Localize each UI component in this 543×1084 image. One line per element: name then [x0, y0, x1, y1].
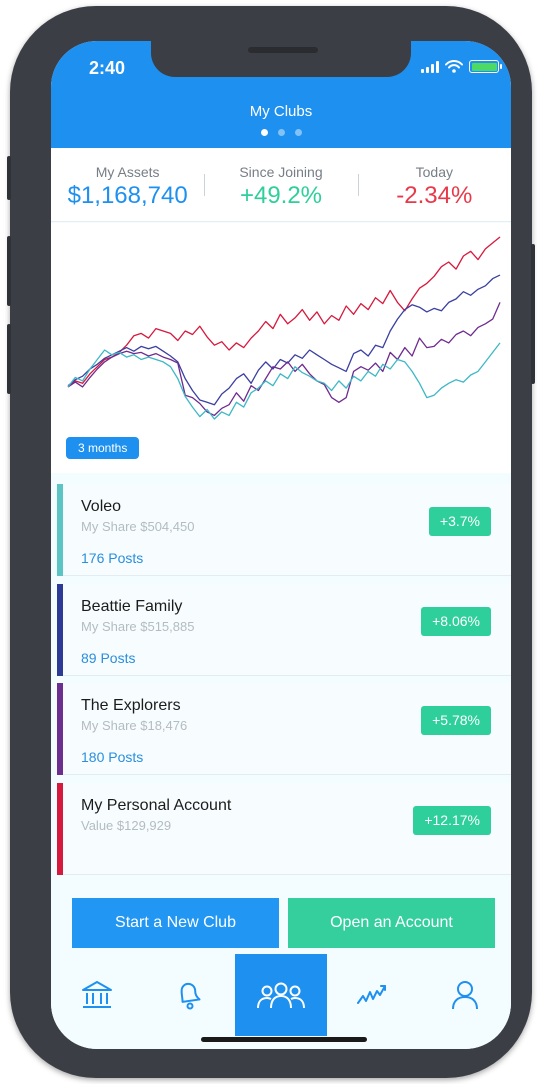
- club-change-badge: +8.06%: [421, 607, 491, 636]
- club-change-badge: +5.78%: [421, 706, 491, 735]
- power-button: [531, 244, 535, 384]
- mute-switch: [7, 156, 11, 200]
- club-card-beattie-family[interactable]: Beattie Family My Share $515,885 89 Post…: [57, 584, 511, 676]
- page-title: My Clubs: [249, 103, 313, 120]
- tab-bar: [51, 954, 511, 1049]
- club-name: The Explorers: [81, 697, 181, 714]
- wifi-icon: [445, 60, 463, 73]
- status-icons: [421, 60, 502, 73]
- tab-markets[interactable]: [327, 954, 419, 1036]
- tab-bank[interactable]: [51, 954, 143, 1036]
- club-posts-link[interactable]: 89 Posts: [81, 650, 135, 666]
- page-dot[interactable]: [294, 129, 302, 136]
- stat-label: Today: [415, 164, 453, 180]
- stat-label: My Assets: [95, 164, 160, 180]
- person-icon: [452, 981, 478, 1010]
- club-name: Beattie Family: [81, 598, 183, 615]
- stat-today: Today -2.34%: [357, 148, 511, 221]
- stat-value: $1,168,740: [67, 182, 188, 209]
- performance-chart: 3 months: [51, 223, 511, 473]
- club-color-bar: [57, 484, 63, 576]
- volume-up-button: [7, 236, 11, 306]
- range-selector-button[interactable]: 3 months: [66, 437, 140, 459]
- portfolio-stats: My Assets $1,168,740 Since Joining +49.2…: [51, 148, 511, 222]
- stat-label: Since Joining: [239, 164, 323, 180]
- club-card-voleo[interactable]: Voleo My Share $504,450 176 Posts +3.7%: [57, 484, 511, 576]
- club-posts-link[interactable]: 180 Posts: [81, 749, 143, 765]
- speaker: [248, 47, 318, 53]
- club-color-bar: [57, 783, 63, 875]
- chart-plot: [67, 236, 501, 420]
- club-name: My Personal Account: [81, 797, 232, 814]
- chart-series-line-4: [67, 342, 501, 420]
- app-header: 2:40 My Clubs: [51, 41, 511, 148]
- notch: [151, 41, 411, 77]
- club-color-bar: [57, 683, 63, 775]
- club-change-badge: +3.7%: [428, 507, 491, 536]
- start-new-club-button[interactable]: Start a New Club: [72, 898, 279, 948]
- tab-clubs[interactable]: [235, 954, 327, 1036]
- page-dot[interactable]: [260, 129, 268, 136]
- page-dot[interactable]: [277, 129, 285, 136]
- phone-frame: 2:40 My Clubs My Assets $1,168,740 Since…: [7, 6, 535, 1078]
- club-card-the-explorers[interactable]: The Explorers My Share $18,476 180 Posts…: [57, 683, 511, 775]
- signal-icon: [421, 61, 439, 73]
- stat-value: +49.2%: [239, 182, 323, 209]
- status-time: 2:40: [89, 58, 126, 78]
- stat-my-assets: My Assets $1,168,740: [51, 148, 204, 221]
- screen: 2:40 My Clubs My Assets $1,168,740 Since…: [51, 41, 511, 1049]
- home-indicator: [201, 1037, 367, 1042]
- club-share: My Share $504,450: [81, 519, 195, 534]
- group-icon: [257, 982, 305, 1009]
- open-account-button[interactable]: Open an Account: [288, 898, 495, 948]
- club-change-badge: +12.17%: [413, 806, 491, 835]
- club-share: Value $129,929: [81, 818, 172, 833]
- club-color-bar: [57, 584, 63, 676]
- club-card-my-personal-account[interactable]: My Personal Account Value $129,929 +12.1…: [57, 783, 511, 875]
- club-posts-link[interactable]: 176 Posts: [81, 550, 143, 566]
- stat-value: -2.34%: [396, 182, 473, 209]
- trend-icon: [357, 985, 386, 1004]
- club-share: My Share $515,885: [81, 619, 195, 634]
- battery-icon: [469, 60, 502, 73]
- page-indicator[interactable]: [51, 129, 511, 136]
- bell-icon: [180, 982, 201, 1010]
- tab-profile[interactable]: [419, 954, 511, 1036]
- chart-series-line-1: [67, 236, 501, 388]
- stat-since-joining: Since Joining +49.2%: [204, 148, 357, 221]
- bank-icon: [82, 981, 112, 1008]
- club-name: Voleo: [81, 498, 122, 515]
- tab-notifications[interactable]: [143, 954, 235, 1036]
- volume-down-button: [7, 324, 11, 394]
- club-share: My Share $18,476: [81, 718, 188, 733]
- chart-series-line-2: [67, 274, 501, 406]
